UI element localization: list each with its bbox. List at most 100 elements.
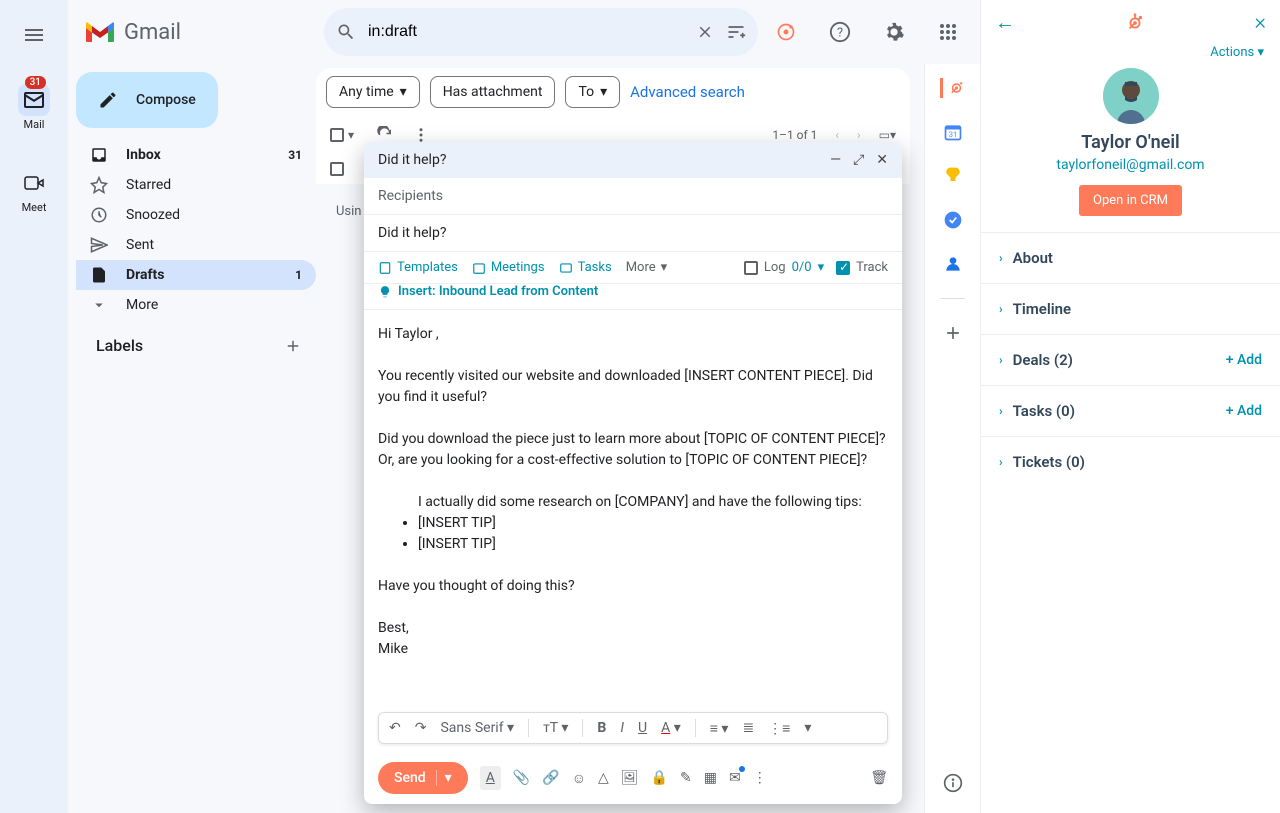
text-color-icon[interactable]: A ▾ xyxy=(661,720,681,736)
numbered-list-icon[interactable]: ≣ xyxy=(742,720,754,736)
section-timeline[interactable]: ›Timeline xyxy=(981,283,1280,334)
nav-inbox[interactable]: Inbox 31 xyxy=(76,140,316,170)
filter-has-attachment[interactable]: Has attachment xyxy=(430,76,556,108)
hubspot-header-icon[interactable] xyxy=(766,12,806,52)
log-checkbox[interactable] xyxy=(744,261,758,275)
text-format-toggle-icon[interactable]: A xyxy=(480,766,501,790)
attach-icon[interactable]: 📎 xyxy=(513,770,530,786)
drive-icon[interactable]: △ xyxy=(598,770,609,786)
underline-icon[interactable]: U xyxy=(638,720,647,736)
settings-icon[interactable] xyxy=(874,12,914,52)
nav-starred[interactable]: Starred xyxy=(76,170,316,200)
hubspot-sprocket-icon[interactable] xyxy=(940,78,966,98)
search-bar[interactable] xyxy=(324,8,758,56)
back-button[interactable]: ← xyxy=(995,10,1015,35)
minimize-icon[interactable]: — xyxy=(830,152,841,168)
send-button[interactable]: Send▾ xyxy=(378,762,468,794)
tasks-icon[interactable] xyxy=(943,210,963,230)
emoji-icon[interactable]: ☺ xyxy=(572,770,586,787)
compose-window: Did it help? — ⤢ ✕ Recipients Did it hel… xyxy=(364,142,902,804)
tasks-button[interactable]: Tasks xyxy=(559,260,612,275)
mail-badge: 31 xyxy=(25,76,46,89)
meet-icon xyxy=(18,167,50,199)
track-checkbox[interactable] xyxy=(836,261,850,275)
layout-icon[interactable]: ▦ xyxy=(704,770,717,786)
chevron-down-icon: ▾ xyxy=(818,260,825,275)
clear-search-icon[interactable] xyxy=(696,23,714,41)
actions-dropdown[interactable]: Actions ▾ xyxy=(981,45,1280,60)
chevron-right-icon: › xyxy=(999,353,1003,367)
info-icon[interactable] xyxy=(943,773,963,793)
side-panel-rail: 31 xyxy=(924,64,980,813)
nav-drafts[interactable]: Drafts 1 xyxy=(76,260,316,290)
nav-more[interactable]: More xyxy=(76,290,316,320)
add-addon-icon[interactable] xyxy=(943,323,963,343)
section-about[interactable]: ›About xyxy=(981,232,1280,283)
compose-body[interactable]: Hi Taylor , You recently visited our web… xyxy=(364,310,902,712)
subject-field[interactable]: Did it help? xyxy=(364,215,902,252)
templates-button[interactable]: Templates xyxy=(378,260,458,275)
compose-button[interactable]: Compose xyxy=(76,72,218,128)
filter-to[interactable]: To ▾ xyxy=(565,76,620,108)
more-options-icon[interactable]: ⋮ xyxy=(753,770,767,786)
send-icon xyxy=(90,236,108,254)
confidential-icon[interactable]: 🔒 xyxy=(651,770,668,786)
close-panel-button[interactable]: × xyxy=(1254,10,1266,35)
keep-icon[interactable] xyxy=(943,166,963,186)
add-label-icon[interactable] xyxy=(284,337,302,355)
add-task-button[interactable]: + Add xyxy=(1226,403,1262,419)
section-deals[interactable]: ›Deals (2)+ Add xyxy=(981,334,1280,385)
main-menu-button[interactable] xyxy=(21,22,47,48)
align-icon[interactable]: ≡ ▾ xyxy=(710,720,729,737)
link-icon[interactable]: 🔗 xyxy=(542,770,559,786)
rail-mail[interactable]: 31 Mail xyxy=(18,84,50,131)
track-toggle[interactable]: Track xyxy=(836,260,888,275)
chevron-down-icon xyxy=(90,296,108,314)
recipients-field[interactable]: Recipients xyxy=(364,178,902,215)
filter-any-time[interactable]: Any time ▾ xyxy=(326,76,420,108)
rail-meet[interactable]: Meet xyxy=(18,167,50,214)
chevron-down-icon: ▾ xyxy=(400,84,407,100)
italic-icon[interactable]: I xyxy=(620,720,624,736)
next-page-icon[interactable]: › xyxy=(857,128,861,142)
calendar-icon[interactable]: 31 xyxy=(943,122,963,142)
close-icon[interactable]: ✕ xyxy=(876,152,888,168)
schedule-icon[interactable]: ✉ xyxy=(729,770,741,786)
fullscreen-icon[interactable]: ⤢ xyxy=(853,152,864,168)
select-all-checkbox[interactable] xyxy=(330,128,344,142)
section-tasks[interactable]: ›Tasks (0)+ Add xyxy=(981,385,1280,436)
contact-email[interactable]: taylorfoneil@gmail.com xyxy=(981,157,1280,173)
section-tickets[interactable]: ›Tickets (0) xyxy=(981,436,1280,487)
nav-sent[interactable]: Sent xyxy=(76,230,316,260)
search-input[interactable] xyxy=(368,23,684,41)
send-options-icon[interactable]: ▾ xyxy=(436,770,452,786)
chevron-down-icon[interactable]: ▾ xyxy=(348,128,354,142)
more-format-icon[interactable]: ▾ xyxy=(804,720,811,736)
add-deal-button[interactable]: + Add xyxy=(1226,352,1262,368)
meetings-button[interactable]: Meetings xyxy=(472,260,545,275)
contacts-icon[interactable] xyxy=(943,254,963,274)
font-selector[interactable]: Sans Serif ▾ xyxy=(440,720,514,736)
redo-icon[interactable]: ↷ xyxy=(415,720,427,736)
density-icon[interactable]: ▭▾ xyxy=(879,128,896,142)
open-in-crm-button[interactable]: Open in CRM xyxy=(1079,185,1182,216)
advanced-search-link[interactable]: Advanced search xyxy=(630,83,745,101)
apps-icon[interactable] xyxy=(928,12,968,52)
discard-draft-icon[interactable]: 🗑 xyxy=(870,770,888,786)
insert-snippet-link[interactable]: Insert: Inbound Lead from Content xyxy=(364,284,902,310)
prev-page-icon[interactable]: ‹ xyxy=(835,128,839,142)
signature-icon[interactable]: ✎ xyxy=(680,770,692,786)
more-dropdown[interactable]: More ▾ xyxy=(626,260,667,275)
compose-title: Did it help? xyxy=(378,152,446,168)
log-toggle[interactable]: Log 0/0 ▾ xyxy=(744,260,824,275)
pencil-icon xyxy=(98,90,118,110)
bullet-list-icon[interactable]: ⋮≡ xyxy=(768,720,790,737)
search-options-icon[interactable] xyxy=(726,22,746,42)
row-checkbox[interactable] xyxy=(330,162,344,176)
nav-snoozed[interactable]: Snoozed xyxy=(76,200,316,230)
image-icon[interactable]: 🖼 xyxy=(621,770,639,786)
support-icon[interactable]: ? xyxy=(820,12,860,52)
bold-icon[interactable]: B xyxy=(597,720,606,736)
undo-icon[interactable]: ↶ xyxy=(389,720,401,736)
font-size-icon[interactable]: тT ▾ xyxy=(543,720,568,736)
